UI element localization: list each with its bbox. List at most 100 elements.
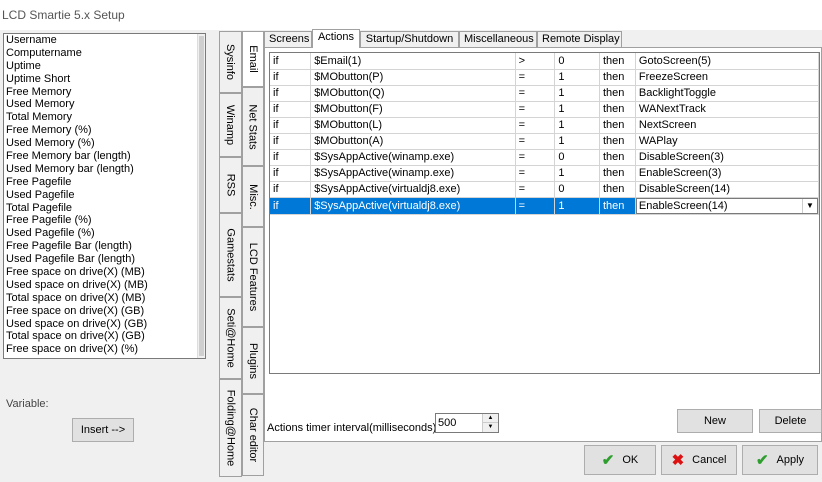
table-row[interactable]: if $MObutton(P) = 1 then FreezeScreen	[270, 69, 819, 86]
insert-button[interactable]: Insert -->	[72, 418, 134, 442]
condition-cell[interactable]: if	[270, 149, 312, 166]
value-cell[interactable]: 1	[554, 165, 600, 182]
tab-net-stats[interactable]: Net Stats	[242, 87, 264, 166]
operator-cell[interactable]: =	[515, 149, 556, 166]
variable-cell[interactable]: $Email(1)	[310, 53, 516, 70]
tab-sysinfo[interactable]: Sysinfo	[219, 31, 242, 93]
variable-list-item[interactable]: Free space on drive(X) (%)	[4, 343, 205, 356]
then-cell[interactable]: then	[599, 53, 636, 70]
actions-grid[interactable]: if $Email(1) >0 then GotoScreen(5) if $MObutto…	[269, 52, 820, 374]
condition-cell[interactable]: if	[270, 181, 312, 198]
variable-list-item[interactable]: Free space on drive(X) (MB)	[4, 266, 205, 279]
action-cell[interactable]: DisableScreen(14)	[635, 181, 819, 198]
tab-rss[interactable]: RSS	[219, 157, 242, 213]
action-cell[interactable]: DisableScreen(3)	[635, 149, 819, 166]
condition-cell[interactable]: if	[270, 53, 312, 70]
tab-gamestats[interactable]: Gamestats	[219, 213, 242, 297]
tab-actions[interactable]: Actions	[312, 29, 360, 48]
variable-cell[interactable]: $MObutton(Q)	[310, 85, 516, 102]
variable-cell[interactable]: $MObutton(A)	[310, 133, 516, 150]
variable-list-item[interactable]: Used Memory bar (length)	[4, 163, 205, 176]
variable-list-item[interactable]: Used Memory (%)	[4, 137, 205, 150]
variable-cell[interactable]: $MObutton(P)	[310, 69, 516, 86]
table-row[interactable]: if $MObutton(F) = 1 then WANextTrack	[270, 101, 819, 118]
operator-cell[interactable]: =	[515, 181, 556, 198]
operator-cell[interactable]: =	[515, 69, 556, 86]
value-cell[interactable]: 1	[554, 197, 600, 215]
table-row[interactable]: if $SysAppActive(virtualdj8.exe) = 1 then Ena…	[270, 197, 819, 215]
value-cell[interactable]: 1	[554, 101, 600, 118]
action-cell[interactable]: WAPlay	[635, 133, 819, 150]
variable-list-item[interactable]: Uptime Short	[4, 73, 205, 86]
variable-cell[interactable]: $MObutton(L)	[310, 117, 516, 134]
tab-char-editor[interactable]: Char editor	[242, 394, 264, 476]
variable-list-item[interactable]: Computername	[4, 47, 205, 60]
variable-cell[interactable]: $SysAppActive(virtualdj8.exe)	[310, 197, 516, 215]
cancel-button[interactable]: ✖ Cancel	[661, 445, 737, 475]
value-cell[interactable]: 0	[554, 149, 600, 166]
condition-cell[interactable]: if	[270, 85, 312, 102]
then-cell[interactable]: then	[599, 117, 636, 134]
spin-down-arrow-icon[interactable]: ▼	[482, 423, 498, 432]
timer-interval-input[interactable]	[436, 414, 480, 432]
table-row[interactable]: if $SysAppActive(winamp.exe) = 1 then EnableS…	[270, 165, 819, 182]
operator-cell[interactable]: =	[515, 133, 556, 150]
operator-cell[interactable]: =	[515, 197, 556, 215]
tab-folding-at-home[interactable]: Folding@Home	[219, 379, 242, 477]
tab-seti-at-home[interactable]: Seti@Home	[219, 297, 242, 379]
tab-winamp[interactable]: Winamp	[219, 93, 242, 157]
tab-email[interactable]: Email	[242, 31, 264, 87]
action-cell[interactable]: EnableScreen(3)	[635, 165, 819, 182]
variable-list-item[interactable]: Total space on drive(X) (GB)	[4, 330, 205, 343]
then-cell[interactable]: then	[599, 197, 636, 215]
tab-screens[interactable]: Screens	[264, 31, 312, 47]
table-row[interactable]: if $Email(1) >0 then GotoScreen(5)	[270, 53, 819, 70]
then-cell[interactable]: then	[599, 85, 636, 102]
variable-list-item[interactable]: Free space on drive(X) (GB)	[4, 305, 205, 318]
condition-cell[interactable]: if	[270, 69, 312, 86]
operator-cell[interactable]: =	[515, 85, 556, 102]
action-cell[interactable]: BacklightToggle	[635, 85, 819, 102]
variable-list-item[interactable]: Total Memory	[4, 111, 205, 124]
table-row[interactable]: if $MObutton(A) = 1 then WAPlay	[270, 133, 819, 150]
value-cell[interactable]: 1	[554, 85, 600, 102]
action-cell[interactable]: FreezeScreen	[635, 69, 819, 86]
value-cell[interactable]: 1	[554, 69, 600, 86]
variable-list-item[interactable]: Used space on drive(X) (GB)	[4, 318, 205, 331]
tab-miscellaneous[interactable]: Miscellaneous	[459, 31, 537, 47]
variable-list-item[interactable]: Free Memory	[4, 86, 205, 99]
condition-cell[interactable]: if	[270, 101, 312, 118]
condition-cell[interactable]: if	[270, 197, 312, 215]
variable-list-scrollbar[interactable]	[197, 34, 205, 358]
variable-list[interactable]: Username Computername Uptime Uptime Short Fr…	[3, 33, 206, 359]
variable-cell[interactable]: $SysAppActive(winamp.exe)	[310, 149, 516, 166]
variable-list-item[interactable]: Used Pagefile Bar (length)	[4, 253, 205, 266]
variable-cell[interactable]: $MObutton(F)	[310, 101, 516, 118]
delete-action-button[interactable]: Delete	[759, 409, 822, 433]
action-cell[interactable]: EnableScreen(14) ▼	[635, 197, 819, 215]
apply-button[interactable]: ✔ Apply	[742, 445, 818, 475]
variable-list-item[interactable]: Free Memory (%)	[4, 124, 205, 137]
action-dropdown[interactable]: EnableScreen(14) ▼	[635, 197, 818, 213]
then-cell[interactable]: then	[599, 165, 636, 182]
action-cell[interactable]: NextScreen	[635, 117, 819, 134]
variable-list-item[interactable]: Free Memory bar (length)	[4, 150, 205, 163]
variable-list-item[interactable]: Uptime	[4, 60, 205, 73]
scrollbar-thumb[interactable]	[199, 36, 204, 356]
then-cell[interactable]: then	[599, 133, 636, 150]
chevron-down-icon[interactable]: ▼	[802, 198, 817, 213]
variable-list-item[interactable]: Used Pagefile	[4, 189, 205, 202]
condition-cell[interactable]: if	[270, 165, 312, 182]
variable-list-item[interactable]: Used Memory	[4, 98, 205, 111]
variable-list-item[interactable]: Free Pagefile Bar (length)	[4, 240, 205, 253]
operator-cell[interactable]: =	[515, 101, 556, 118]
ok-button[interactable]: ✔ OK	[584, 445, 656, 475]
variable-list-item[interactable]: Free Pagefile	[4, 176, 205, 189]
table-row[interactable]: if $MObutton(L) = 1 then NextScreen	[270, 117, 819, 134]
tab-remote-display[interactable]: Remote Display	[537, 31, 622, 47]
timer-interval-spinner[interactable]: ▲ ▼	[435, 413, 499, 433]
tab-misc[interactable]: Misc.	[242, 166, 264, 227]
new-action-button[interactable]: New	[677, 409, 753, 433]
variable-list-item[interactable]: Total space on drive(X) (MB)	[4, 292, 205, 305]
condition-cell[interactable]: if	[270, 133, 312, 150]
